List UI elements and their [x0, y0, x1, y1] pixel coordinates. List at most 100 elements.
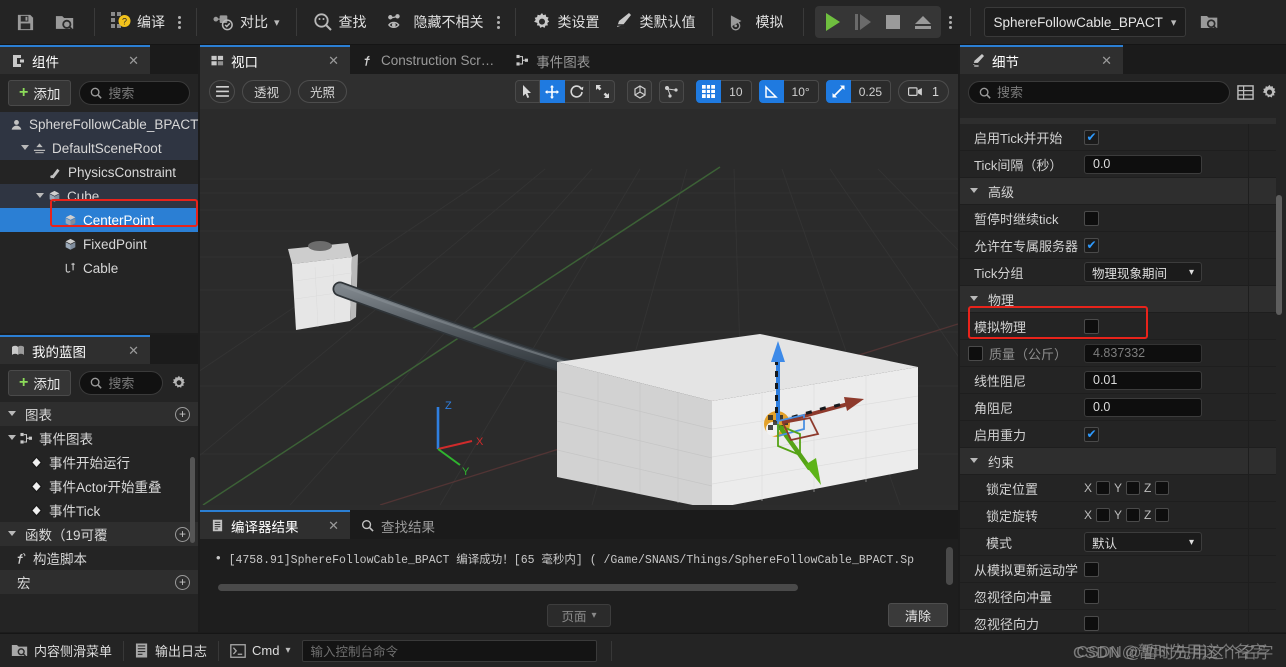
clear-button[interactable]: 清除 [887, 603, 948, 627]
close-icon[interactable]: ✕ [328, 518, 339, 534]
save-button[interactable] [6, 5, 45, 39]
play-button[interactable] [818, 7, 848, 37]
property-number-field[interactable]: 4.837332 [1084, 343, 1202, 363]
event-item-0[interactable]: 事件开始运行 [0, 450, 198, 474]
blueprint-name-dropdown[interactable]: SphereFollowCable_BPACT ▾ [983, 7, 1187, 37]
rotate-tool-button[interactable] [565, 80, 591, 103]
property-checkbox[interactable] [1084, 318, 1099, 334]
scale-snap-toggle[interactable] [825, 80, 851, 103]
add-section-item-button[interactable]: + [175, 574, 190, 590]
find-options-button[interactable] [491, 15, 506, 29]
perspective-button[interactable]: 透视 [242, 80, 292, 103]
scale-snap-value[interactable]: 0.25 [850, 80, 892, 103]
tab-components[interactable]: 组件 ✕ [0, 45, 150, 74]
add-blueprint-item-button[interactable]: + 添加 [8, 370, 72, 396]
component-item-cable[interactable]: Cable [0, 256, 198, 280]
cmd-dropdown[interactable]: Cmd ▾ [219, 634, 301, 667]
axis-checkbox-y[interactable] [1126, 508, 1141, 522]
myblueprint-section-0[interactable]: 图表 + [0, 402, 198, 426]
myblueprint-search[interactable] [79, 371, 164, 395]
component-item-spherefollowcable-bpact[interactable]: SphereFollowCable_BPACT [0, 112, 198, 136]
event-item-1[interactable]: 事件Actor开始重叠 [0, 474, 198, 498]
console-command-input[interactable]: 输入控制台命令 [301, 639, 597, 662]
details-search[interactable] [968, 81, 1230, 104]
property-checkbox[interactable] [1084, 210, 1099, 226]
myblueprint-section-1[interactable]: 函数（19可覆 + [0, 522, 198, 546]
expand-arrow-icon[interactable] [8, 411, 16, 420]
property-checkbox[interactable] [1084, 561, 1099, 577]
compile-options-button[interactable] [172, 15, 187, 29]
add-section-item-button[interactable]: + [175, 406, 190, 422]
property-checkbox[interactable] [1084, 615, 1099, 631]
compiler-vscrollbar[interactable] [946, 547, 953, 585]
expand-arrow-icon[interactable] [970, 296, 978, 305]
play-options-button[interactable] [943, 15, 958, 29]
lighting-button[interactable]: 光照 [298, 80, 348, 103]
function-item-0[interactable]: 构造脚本 [0, 546, 198, 570]
property-checkbox[interactable] [1084, 588, 1099, 604]
eject-button[interactable] [908, 7, 938, 37]
property-checkbox[interactable] [1084, 237, 1099, 253]
component-item-defaultsceneroot[interactable]: DefaultSceneRoot [0, 136, 198, 160]
property-number-field[interactable]: 0.01 [1084, 370, 1202, 390]
browse-asset-button[interactable] [1194, 5, 1225, 39]
component-item-centerpoint[interactable]: CenterPoint [0, 208, 198, 232]
tab-视口[interactable]: 视口 ✕ [200, 45, 350, 74]
simulate-button[interactable]: 模拟 [722, 5, 791, 39]
content-drawer-button[interactable]: 内容侧滑菜单 [0, 634, 123, 667]
angle-snap-value[interactable]: 10° [783, 80, 819, 103]
step-button[interactable] [848, 7, 878, 37]
component-item-fixedpoint[interactable]: FixedPoint [0, 232, 198, 256]
property-number-field[interactable]: 0.0 [1084, 397, 1202, 417]
myblueprint-scrollbar[interactable] [190, 457, 195, 543]
property-checkbox[interactable] [1084, 129, 1099, 145]
tab-事件图表[interactable]: 事件图表 [505, 45, 602, 74]
browse-button[interactable] [45, 5, 85, 39]
axis-checkbox-z[interactable] [1155, 481, 1170, 495]
select-tool-button[interactable] [515, 80, 541, 103]
close-icon[interactable]: ✕ [128, 343, 139, 359]
details-scrollbar[interactable] [1276, 195, 1282, 315]
tab-编译器结果[interactable]: 编译器结果 ✕ [200, 510, 350, 539]
hide-unrelated-button[interactable]: 隐藏不相关 [380, 5, 491, 39]
tab-Construction-Scr-[interactable]: Construction Scr… [350, 45, 506, 74]
myblueprint-section-2[interactable]: 宏 + [0, 570, 198, 594]
property-dropdown[interactable]: 物理现象期间 ▾ [1084, 262, 1202, 282]
expand-arrow-icon[interactable] [970, 458, 978, 467]
component-item-cube[interactable]: Cube [0, 184, 198, 208]
find-button[interactable]: 查找 [306, 5, 374, 39]
property-number-field[interactable]: 0.0 [1084, 154, 1202, 174]
details-layout-icon[interactable] [1237, 84, 1254, 101]
stop-button[interactable] [878, 7, 908, 37]
surface-snap-button[interactable] [659, 80, 685, 103]
compile-button[interactable]: ? 编译 [104, 5, 172, 39]
expand-arrow-icon[interactable] [8, 435, 16, 444]
expand-arrow-icon[interactable] [36, 193, 44, 202]
event-item-2[interactable]: 事件Tick [0, 498, 198, 522]
components-search-input[interactable] [108, 85, 179, 101]
add-component-button[interactable]: + 添加 [8, 80, 72, 106]
add-section-item-button[interactable]: + [175, 526, 190, 542]
world-space-button[interactable] [627, 80, 653, 103]
axis-checkbox-x[interactable] [1096, 508, 1111, 522]
output-log-button[interactable]: 输出日志 [124, 634, 218, 667]
close-icon[interactable]: ✕ [1101, 53, 1112, 69]
page-dropdown[interactable]: 页面 ▾ [547, 604, 611, 627]
expand-arrow-icon[interactable] [21, 145, 29, 154]
tab-details[interactable]: 细节 ✕ [960, 45, 1123, 74]
class-defaults-button[interactable]: 类默认值 [607, 5, 703, 39]
compiler-hscrollbar[interactable] [218, 584, 798, 591]
expand-arrow-icon[interactable] [970, 188, 978, 197]
property-dropdown[interactable]: 默认 ▾ [1084, 532, 1202, 552]
angle-snap-toggle[interactable] [758, 80, 784, 103]
override-checkbox[interactable] [968, 345, 983, 361]
grid-snap-toggle[interactable] [696, 80, 722, 103]
component-item-physicsconstraint[interactable]: PhysicsConstraint [0, 160, 198, 184]
translate-tool-button[interactable] [540, 80, 566, 103]
details-search-input[interactable] [997, 85, 1219, 100]
camera-speed-button[interactable]: 1 [898, 80, 949, 103]
expand-arrow-icon[interactable] [8, 531, 16, 540]
myblueprint-settings-icon[interactable] [171, 375, 187, 391]
event-graph-root[interactable]: 事件图表 [0, 426, 198, 450]
tab-myblueprint[interactable]: 我的蓝图 ✕ [0, 335, 150, 364]
